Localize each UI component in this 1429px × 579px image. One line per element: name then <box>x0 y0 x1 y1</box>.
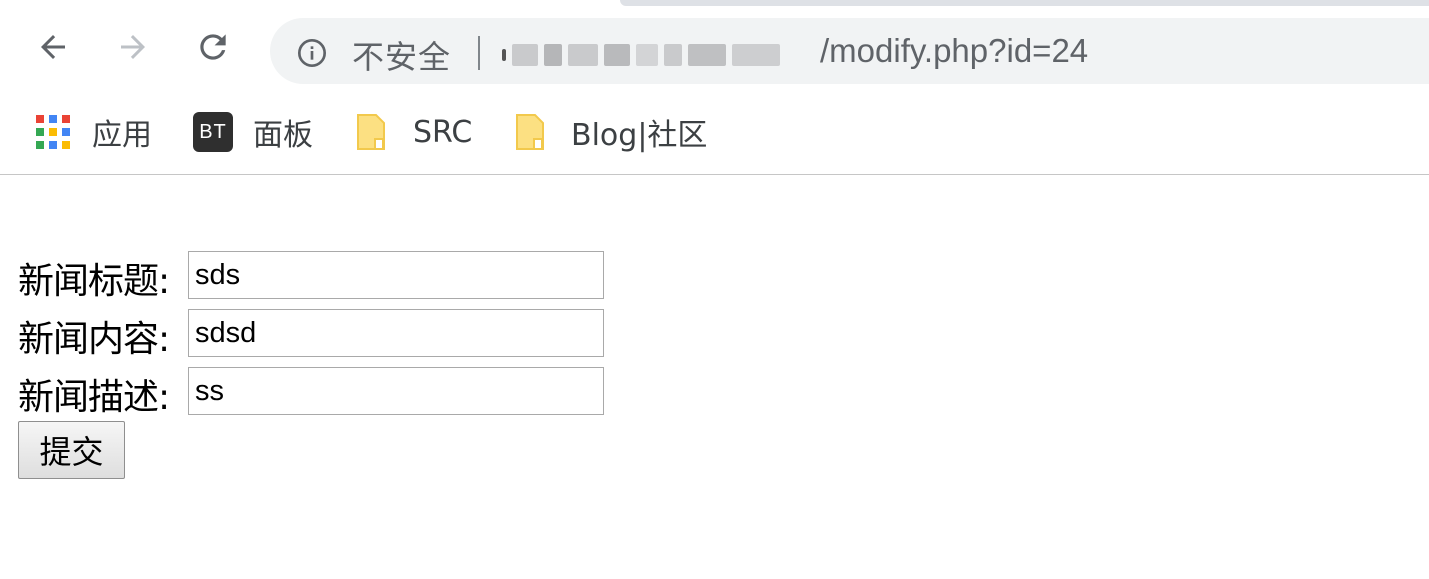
bookmark-folder-icon <box>516 114 544 150</box>
bookmark-label: 应用 <box>92 118 152 153</box>
forward-button[interactable] <box>112 26 154 68</box>
url-path[interactable]: /modify.php?id=24 <box>820 32 1088 70</box>
news-title-input[interactable] <box>188 251 604 299</box>
reload-button[interactable] <box>192 26 234 68</box>
back-arrow-icon <box>41 35 65 59</box>
security-status-label[interactable]: 不安全 <box>352 32 451 78</box>
browser-toolbar: 不安全 /modify.php?id=24 <box>0 6 1429 98</box>
info-icon[interactable] <box>296 37 328 69</box>
back-button[interactable] <box>32 26 74 68</box>
news-description-label: 新闻描述: <box>18 377 170 418</box>
separator <box>478 36 480 70</box>
submit-button[interactable]: 提交 <box>18 421 125 479</box>
bookmark-src[interactable]: SRC <box>356 112 472 152</box>
bookmark-panel[interactable]: BT 面板 <box>193 112 313 153</box>
apps-grid-icon <box>36 115 70 149</box>
form-row-description: 新闻描述: <box>18 367 604 421</box>
news-content-label: 新闻内容: <box>18 319 170 360</box>
bookmarks-bar: 应用 BT 面板 SRC Blog|社区 <box>0 98 1429 175</box>
form-row-content: 新闻内容: <box>18 309 604 363</box>
news-content-input[interactable] <box>188 309 604 357</box>
bt-panel-icon: BT <box>193 112 233 152</box>
form-row-title: 新闻标题: <box>18 251 604 305</box>
bookmark-label: 面板 <box>253 118 313 153</box>
redacted-host <box>502 35 822 75</box>
news-title-label: 新闻标题: <box>18 261 170 302</box>
bookmark-label: SRC <box>413 114 473 150</box>
forward-arrow-icon <box>121 35 145 59</box>
bookmark-label: Blog|社区 <box>571 118 708 153</box>
news-description-input[interactable] <box>188 367 604 415</box>
bookmark-blog[interactable]: Blog|社区 <box>515 112 708 153</box>
bookmark-folder-icon <box>357 114 385 150</box>
reload-icon <box>200 34 226 60</box>
bookmark-apps[interactable]: 应用 <box>36 112 152 153</box>
address-bar[interactable]: 不安全 /modify.php?id=24 <box>270 18 1429 84</box>
bt-icon-text: BT <box>199 120 227 143</box>
